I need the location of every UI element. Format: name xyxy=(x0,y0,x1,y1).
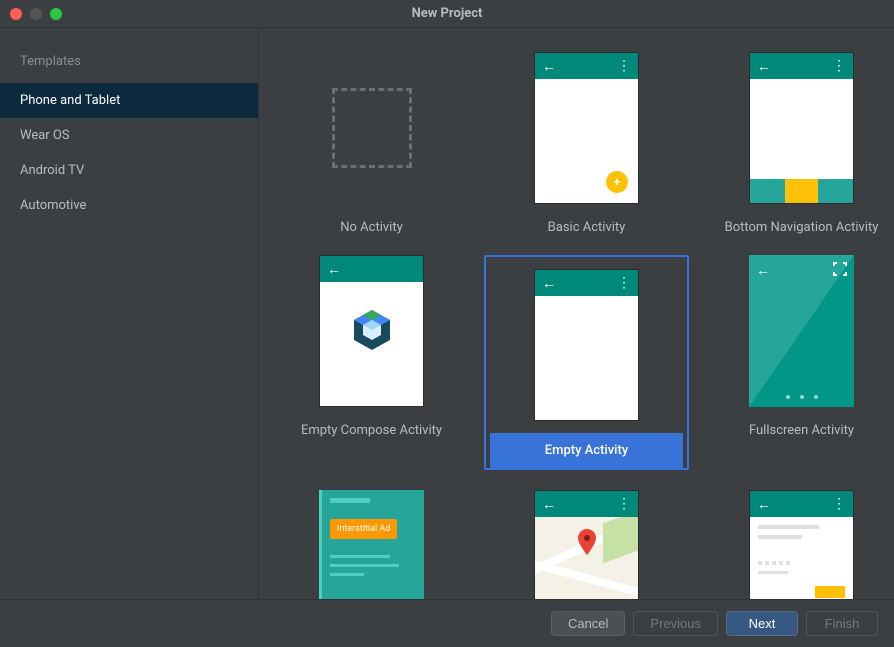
main-area: Templates Phone and Tablet Wear OS Andro… xyxy=(0,28,894,599)
preview-app-bar: ← ⋮ xyxy=(750,491,853,517)
fullscreen-preview: ← xyxy=(749,255,854,407)
activity-label: Basic Activity xyxy=(548,220,626,235)
titlebar: New Project xyxy=(0,0,894,28)
activity-label: Empty Compose Activity xyxy=(301,423,442,438)
overflow-menu-icon: ⋮ xyxy=(617,63,631,69)
activity-card-bottom-nav[interactable]: ← ⋮ Bottom Navigation Activity xyxy=(709,52,894,235)
fullscreen-pager-dots xyxy=(749,395,854,399)
activity-label: Empty Activity xyxy=(490,433,683,468)
activity-label: Fullscreen Activity xyxy=(749,423,854,438)
preview-app-bar: ← xyxy=(320,256,423,282)
interstitial-line xyxy=(330,573,364,576)
master-dots xyxy=(758,561,845,565)
overflow-menu-icon: ⋮ xyxy=(617,280,631,286)
back-arrow-icon: ← xyxy=(542,496,556,513)
master-line xyxy=(758,525,819,529)
fab-plus-icon: + xyxy=(606,171,628,193)
preview-app-bar: ← ⋮ xyxy=(535,491,638,517)
fullscreen-body: ← xyxy=(749,255,854,407)
back-arrow-icon: ← xyxy=(756,262,770,279)
finish-button: Finish xyxy=(806,611,878,636)
map-park-icon xyxy=(603,517,638,563)
back-arrow-icon: ← xyxy=(757,496,771,513)
activity-card-master-detail[interactable]: ← ⋮ xyxy=(709,490,894,599)
activity-card-fullscreen[interactable]: ← Fullscreen Activity xyxy=(709,255,894,470)
window-controls xyxy=(10,8,62,20)
interstitial-line xyxy=(330,564,399,567)
master-dot-icon xyxy=(772,561,776,565)
activity-card-empty[interactable]: ← ⋮ Empty Activity xyxy=(484,255,689,470)
interstitial-preview: Interstitial Ad xyxy=(319,490,424,599)
pager-dot-icon xyxy=(786,395,790,399)
activity-gallery: No Activity ← ⋮ + Basic Activity ← xyxy=(259,28,894,599)
sidebar-item-wear-os[interactable]: Wear OS xyxy=(0,118,258,153)
overflow-menu-icon: ⋮ xyxy=(617,501,631,507)
no-activity-placeholder-icon xyxy=(332,88,412,168)
templates-sidebar: Templates Phone and Tablet Wear OS Andro… xyxy=(0,28,259,599)
basic-activity-preview: ← ⋮ + xyxy=(534,52,639,204)
previous-button: Previous xyxy=(633,611,718,636)
master-detail-preview: ← ⋮ xyxy=(749,490,854,599)
overflow-menu-icon: ⋮ xyxy=(832,63,846,69)
interstitial-body: Interstitial Ad xyxy=(319,490,424,599)
overflow-menu-icon: ⋮ xyxy=(832,501,846,507)
interstitial-ad-badge: Interstitial Ad xyxy=(330,519,397,539)
maximize-window-button[interactable] xyxy=(50,8,62,20)
master-dot-icon xyxy=(765,561,769,565)
activity-card-interstitial[interactable]: Interstitial Ad xyxy=(279,490,464,599)
master-dot-icon xyxy=(786,561,790,565)
pager-dot-icon xyxy=(800,395,804,399)
preview-app-bar: ← ⋮ xyxy=(535,53,638,79)
sidebar-item-android-tv[interactable]: Android TV xyxy=(0,153,258,188)
next-button[interactable]: Next xyxy=(726,611,798,636)
back-arrow-icon: ← xyxy=(542,58,556,75)
master-dot-icon xyxy=(758,561,762,565)
preview-app-bar: ← ⋮ xyxy=(750,53,853,79)
activity-grid: No Activity ← ⋮ + Basic Activity ← xyxy=(279,52,874,599)
interstitial-line xyxy=(330,498,370,503)
back-arrow-icon: ← xyxy=(757,58,771,75)
back-arrow-icon: ← xyxy=(542,275,556,292)
compose-logo-icon xyxy=(348,306,396,354)
minimize-window-button[interactable] xyxy=(30,8,42,20)
master-button-icon xyxy=(815,586,845,598)
activity-card-compose[interactable]: ← Empty Compose Activity xyxy=(279,255,464,470)
window-title: New Project xyxy=(412,6,483,21)
activity-card-no-activity[interactable]: No Activity xyxy=(279,52,464,235)
activity-label: No Activity xyxy=(340,220,402,235)
wizard-footer: Cancel Previous Next Finish xyxy=(0,599,894,647)
sidebar-header: Templates xyxy=(0,48,258,83)
empty-activity-preview: ← ⋮ xyxy=(534,269,639,421)
activity-label: Bottom Navigation Activity xyxy=(725,220,879,235)
pager-dot-icon xyxy=(814,395,818,399)
activity-card-basic[interactable]: ← ⋮ + Basic Activity xyxy=(494,52,679,235)
master-line xyxy=(758,535,802,539)
map-road-icon xyxy=(535,558,638,599)
preview-app-bar: ← ⋮ xyxy=(535,270,638,296)
bottom-nav-preview: ← ⋮ xyxy=(749,52,854,204)
map-pin-icon xyxy=(578,529,596,555)
interstitial-line xyxy=(330,555,390,558)
sidebar-item-phone-tablet[interactable]: Phone and Tablet xyxy=(0,83,258,118)
preview-bottom-nav-active xyxy=(785,179,819,203)
expand-icon xyxy=(833,262,847,276)
activity-card-map[interactable]: ← ⋮ xyxy=(494,490,679,599)
close-window-button[interactable] xyxy=(10,8,22,20)
master-body xyxy=(750,517,853,588)
compose-preview: ← xyxy=(319,255,424,407)
preview-bottom-nav xyxy=(750,179,853,203)
master-line xyxy=(758,571,788,574)
back-arrow-icon: ← xyxy=(327,261,341,278)
map-body xyxy=(535,517,638,599)
sidebar-item-automotive[interactable]: Automotive xyxy=(0,188,258,223)
map-preview: ← ⋮ xyxy=(534,490,639,599)
fullscreen-top-bar: ← xyxy=(756,262,847,279)
master-dot-icon xyxy=(779,561,783,565)
cancel-button[interactable]: Cancel xyxy=(551,611,625,636)
